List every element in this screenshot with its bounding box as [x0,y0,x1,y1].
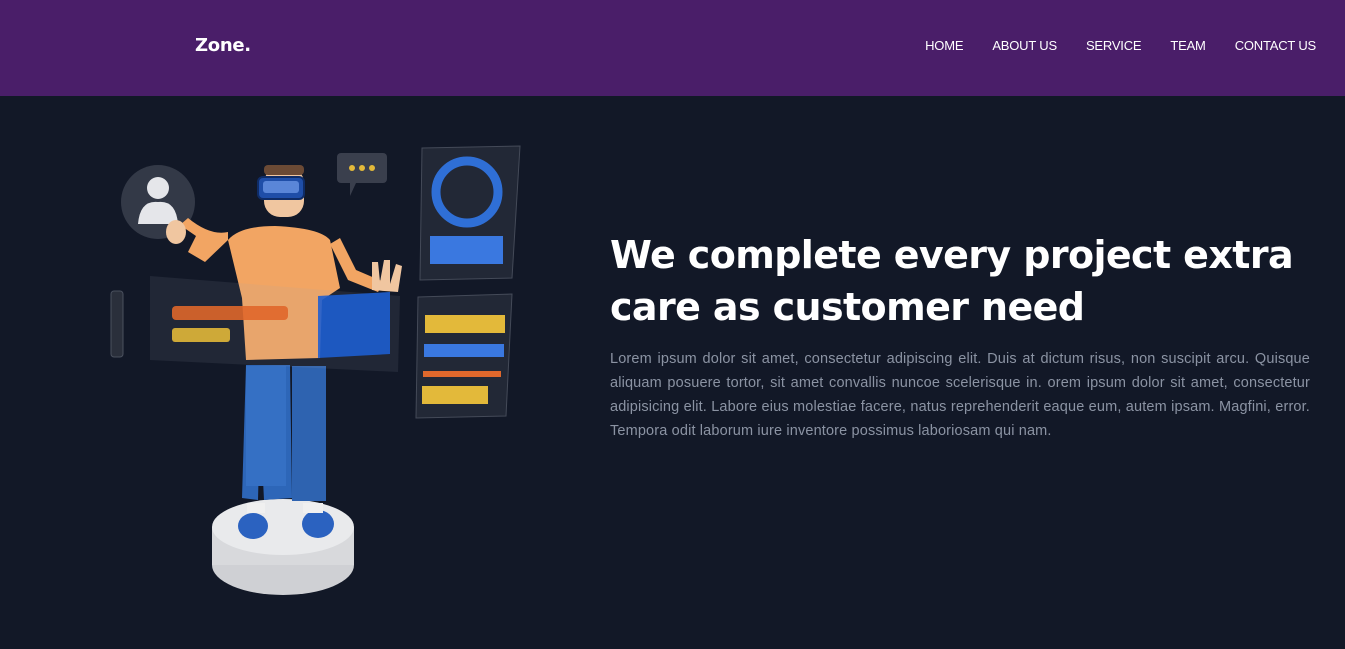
hero-title: We complete every project extra care as … [610,233,1294,329]
nav-contact-us[interactable]: CONTACT US [1235,38,1317,53]
hologram-panel-icon [150,276,400,372]
nav-about-us[interactable]: ABOUT US [992,38,1057,53]
hero-paragraph: Lorem ipsum dolor sit amet, consectetur … [610,351,1310,439]
hero-illustration [110,145,521,595]
list-card-icon [415,293,513,419]
nav-home[interactable]: HOME [925,38,963,53]
main-nav: HOME ABOUT US SERVICE TEAM CONTACT US [925,38,1316,53]
logo[interactable]: Zone. [195,35,251,56]
nav-service[interactable]: SERVICE [1086,38,1142,53]
profile-card-icon [419,145,521,281]
chat-bubble-icon [337,153,387,196]
nav-team[interactable]: TEAM [1170,38,1206,53]
site-header: Zone. HOME ABOUT US SERVICE TEAM CONTACT… [0,0,1345,96]
